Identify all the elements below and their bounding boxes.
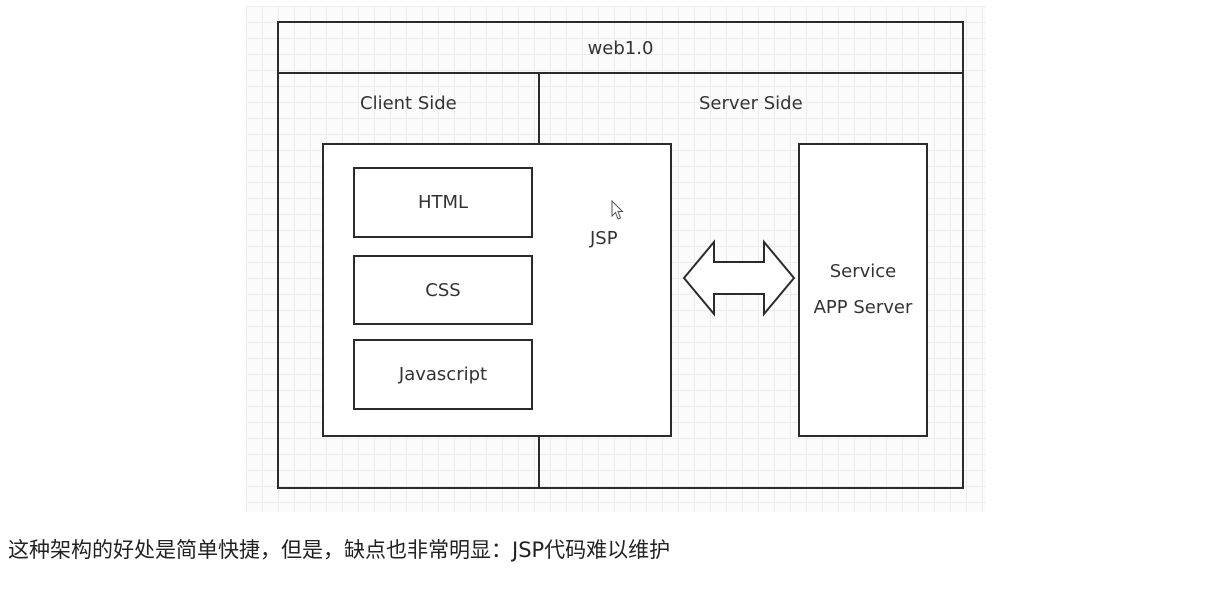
html-box: HTML — [353, 167, 533, 238]
mouse-cursor-icon — [611, 200, 624, 220]
caption-text: 这种架构的好处是简单快捷，但是，缺点也非常明显：JSP代码难以维护 — [8, 538, 671, 562]
app-server-box: Service APP Server — [798, 143, 928, 437]
title-divider — [277, 72, 964, 74]
client-side-label: Client Side — [360, 93, 457, 114]
diagram-title: web1.0 — [587, 37, 654, 59]
jsp-label: JSP — [590, 228, 618, 249]
client-server-divider-bottom — [538, 435, 540, 488]
css-box: CSS — [353, 255, 533, 325]
javascript-box: Javascript — [353, 339, 533, 410]
app-server-label: APP Server — [813, 297, 913, 318]
double-arrow-icon — [682, 239, 796, 317]
service-label: Service — [829, 261, 897, 282]
client-server-divider-top — [538, 73, 540, 145]
server-side-label: Server Side — [699, 93, 803, 114]
